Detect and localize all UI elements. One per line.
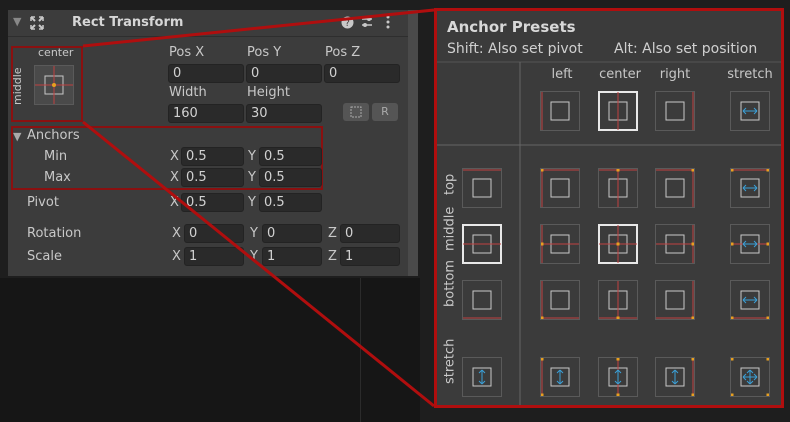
anchor-middle-stretch-icon xyxy=(730,234,770,254)
anchor-middle-left-icon xyxy=(540,225,579,263)
anchor-preset-stretch-none[interactable] xyxy=(462,357,502,397)
anchor-preset-none-stretch[interactable] xyxy=(730,91,770,131)
anchor-stretch-right-icon xyxy=(665,357,695,397)
anchor-preset-bottom-left[interactable] xyxy=(540,280,580,320)
anchor-stretch-center-icon xyxy=(608,357,628,397)
anchor-preset-stretch-center[interactable] xyxy=(598,357,638,397)
anchor-preset-top-left[interactable] xyxy=(540,168,580,208)
anchor-presets-popup: Anchor Presets Shift: Also set pivot Alt… xyxy=(434,8,784,408)
anchor-preset-none-center[interactable] xyxy=(598,91,638,131)
anchor-middle-center-icon xyxy=(599,225,637,263)
anchor-stretch-none-icon xyxy=(472,367,492,387)
anchor-preset-middle-right[interactable] xyxy=(655,224,695,264)
anchor-preset-bottom-none[interactable] xyxy=(462,280,502,320)
anchor-preset-middle-left[interactable] xyxy=(540,224,580,264)
preset-column-label-right: right xyxy=(659,67,691,82)
anchor-top-left-icon xyxy=(540,168,579,207)
anchor-preset-middle-none[interactable] xyxy=(462,224,502,264)
anchor-bottom-stretch-icon xyxy=(730,290,770,320)
anchor-stretch-left-icon xyxy=(540,357,570,397)
anchor-top-center-icon xyxy=(599,168,637,207)
anchor-preset-none-right[interactable] xyxy=(655,91,695,131)
anchor-preset-bottom-right[interactable] xyxy=(655,280,695,320)
anchor-stretch-stretch-icon xyxy=(730,357,770,397)
preset-column-label-center: center xyxy=(599,67,641,82)
preset-row-label-stretch: stretch xyxy=(442,338,458,384)
anchor-preset-stretch-stretch[interactable] xyxy=(730,357,770,397)
anchor-preset-stretch-left[interactable] xyxy=(540,357,580,397)
anchor-bottom-center-icon xyxy=(599,281,637,320)
anchor-preset-top-stretch[interactable] xyxy=(730,168,770,208)
anchor-preset-bottom-center[interactable] xyxy=(598,280,638,320)
preset-row-label-top: top xyxy=(442,173,458,195)
anchor-preset-top-none[interactable] xyxy=(462,168,502,208)
anchor-preset-stretch-right[interactable] xyxy=(655,357,695,397)
anchor-preset-middle-center[interactable] xyxy=(598,224,638,264)
preset-row-label-bottom: bottom xyxy=(442,259,458,307)
anchor-top-none-icon xyxy=(463,169,501,198)
anchor-preset-bottom-stretch[interactable] xyxy=(730,280,770,320)
anchor-top-right-icon xyxy=(656,168,695,207)
anchor-none-center-icon xyxy=(608,92,628,130)
anchor-preset-top-center[interactable] xyxy=(598,168,638,208)
anchor-none-stretch-icon xyxy=(740,101,760,121)
anchor-preset-none-left[interactable] xyxy=(540,91,580,131)
anchor-bottom-left-icon xyxy=(540,281,579,320)
preset-column-label-left: left xyxy=(551,67,573,82)
preset-row-label-middle: middle xyxy=(442,206,458,251)
preset-column-label-stretch: stretch xyxy=(727,67,773,82)
anchor-preset-top-right[interactable] xyxy=(655,168,695,208)
anchor-middle-right-icon xyxy=(656,225,695,263)
anchor-top-stretch-icon xyxy=(730,168,770,198)
anchor-middle-none-icon xyxy=(463,234,501,254)
anchor-bottom-none-icon xyxy=(463,290,501,319)
anchor-bottom-right-icon xyxy=(656,281,695,320)
anchor-none-right-icon xyxy=(665,92,694,130)
anchor-preset-middle-stretch[interactable] xyxy=(730,224,770,264)
anchor-none-left-icon xyxy=(541,92,570,130)
